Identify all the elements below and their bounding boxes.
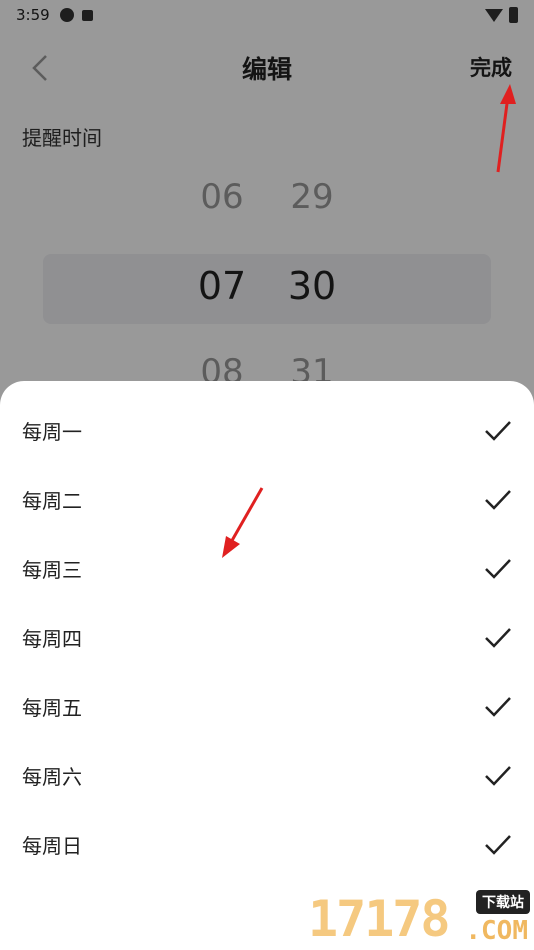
weekday-row-monday[interactable]: 每周一 xyxy=(0,396,534,465)
check-icon xyxy=(485,558,511,579)
weekday-label: 每周日 xyxy=(22,834,82,858)
weekday-row-friday[interactable]: 每周五 xyxy=(0,672,534,741)
watermark-number: 17178 xyxy=(308,890,451,948)
annotation-arrow-icon xyxy=(222,487,264,558)
check-icon xyxy=(485,627,511,648)
weekday-row-thursday[interactable]: 每周四 xyxy=(0,603,534,672)
weekday-row-saturday[interactable]: 每周六 xyxy=(0,741,534,810)
weekday-bottom-sheet: 每周一 每周二 每周三 每周四 每周五 每周六 每周日 xyxy=(0,381,534,950)
weekday-row-sunday[interactable]: 每周日 xyxy=(0,810,534,879)
weekday-label: 每周三 xyxy=(22,558,82,582)
weekday-label: 每周六 xyxy=(22,765,82,789)
watermark-badge: 下载站 xyxy=(476,890,530,914)
weekday-label: 每周二 xyxy=(22,489,82,513)
weekday-label: 每周四 xyxy=(22,627,82,651)
check-icon xyxy=(485,696,511,717)
annotation-arrow-icon xyxy=(496,84,516,173)
check-icon xyxy=(485,420,511,441)
weekday-label: 每周一 xyxy=(22,420,82,444)
site-watermark: 17178 下载站 .COM xyxy=(308,888,534,950)
weekday-label: 每周五 xyxy=(22,696,82,720)
check-icon xyxy=(485,765,511,786)
check-icon xyxy=(485,489,511,510)
watermark-domain: .COM xyxy=(465,916,528,946)
check-icon xyxy=(485,834,511,855)
